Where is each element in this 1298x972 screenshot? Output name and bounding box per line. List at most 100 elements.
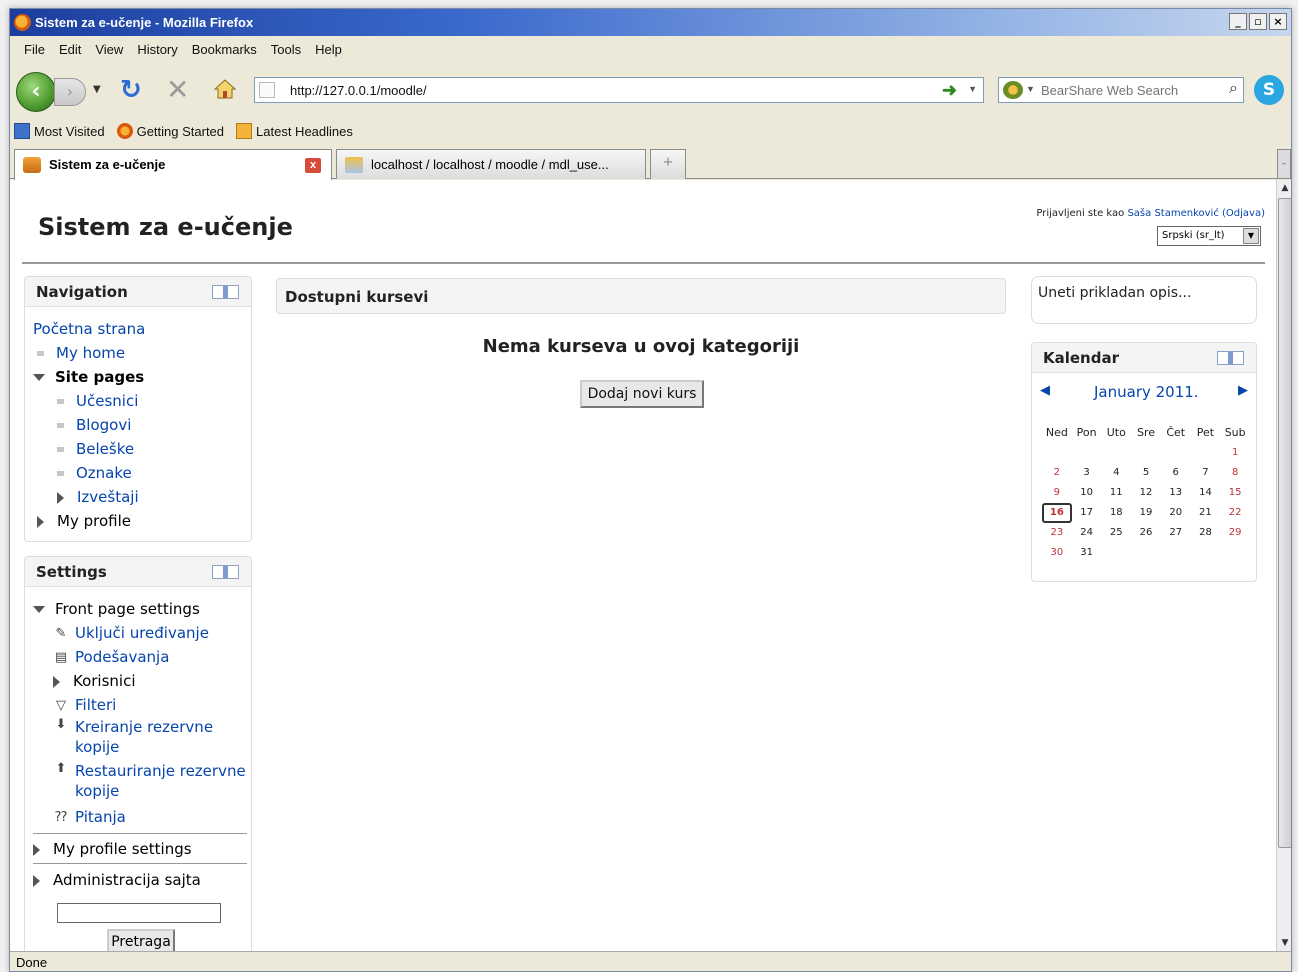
nav-reports[interactable]: Izveštaji	[33, 485, 145, 509]
search-bar[interactable]: ▼ ⌕	[998, 77, 1244, 103]
maximize-button[interactable]: ▫	[1249, 13, 1267, 30]
bookmark-getting-started[interactable]: Getting Started	[116, 119, 224, 143]
calendar-day[interactable]: 15	[1220, 483, 1250, 503]
calendar-day[interactable]: 26	[1131, 523, 1161, 543]
calendar-day[interactable]: 22	[1220, 503, 1250, 523]
calendar-day[interactable]: 29	[1220, 523, 1250, 543]
menu-file[interactable]: File	[18, 37, 53, 61]
skype-icon[interactable]: S	[1254, 75, 1284, 105]
user-profile-link[interactable]: Saša Stamenković	[1127, 208, 1218, 219]
add-course-button[interactable]: Dodaj novi kurs	[580, 380, 704, 408]
calendar-day[interactable]: 3	[1072, 463, 1102, 483]
address-bar[interactable]: http://127.0.0.1/moodle/ ➜ ▼	[254, 77, 984, 103]
tab-sistem[interactable]: Sistem za e-učenje x	[14, 149, 332, 180]
menu-help[interactable]: Help	[309, 37, 350, 61]
scroll-down-icon[interactable]: ▼	[1277, 935, 1291, 951]
settings-front-page[interactable]: Front page settings	[33, 597, 247, 621]
calendar-day[interactable]: 4	[1101, 463, 1131, 483]
calendar-day[interactable]: 23	[1042, 523, 1072, 543]
calendar-day[interactable]: 6	[1161, 463, 1191, 483]
history-dropdown-icon[interactable]: ▼	[93, 84, 101, 95]
dock-block-icon[interactable]	[212, 565, 239, 579]
calendar-day[interactable]: 16	[1042, 503, 1072, 523]
home-icon[interactable]	[213, 78, 237, 100]
calendar-day[interactable]: 30	[1042, 543, 1072, 563]
menu-view[interactable]: View	[89, 37, 131, 61]
forward-button[interactable]: ›	[54, 78, 86, 106]
settings-edit-on[interactable]: ✎ Uključi uređivanje	[33, 621, 247, 645]
search-icon[interactable]: ⌕	[1229, 80, 1238, 98]
calendar-day[interactable]: 5	[1131, 463, 1161, 483]
settings-site-admin[interactable]: Administracija sajta	[33, 863, 247, 895]
stop-icon[interactable]: ✕	[166, 73, 189, 106]
nav-participants[interactable]: Učesnici	[33, 389, 145, 413]
scroll-up-icon[interactable]: ▲	[1277, 180, 1291, 196]
calendar-day[interactable]: 13	[1161, 483, 1191, 503]
nav-tags[interactable]: Oznake	[33, 461, 145, 485]
settings-questions[interactable]: ⁇ Pitanja	[33, 805, 247, 829]
web-search-input[interactable]	[1039, 81, 1209, 99]
menu-edit[interactable]: Edit	[53, 37, 89, 61]
nav-notes[interactable]: Beleške	[33, 437, 145, 461]
settings-my-profile[interactable]: My profile settings	[33, 833, 247, 863]
settings-backup[interactable]: ⬇ Kreiranje rezervne kopije	[33, 717, 247, 761]
scroll-thumb[interactable]	[1278, 198, 1291, 848]
calendar-day[interactable]: 21	[1191, 503, 1221, 523]
settings-users[interactable]: Korisnici	[33, 669, 247, 693]
calendar-day[interactable]: 19	[1131, 503, 1161, 523]
reload-icon[interactable]: ↻	[120, 75, 142, 105]
admin-search-input[interactable]	[57, 903, 221, 923]
logout-link[interactable]: (Odjava)	[1222, 208, 1265, 219]
minimize-button[interactable]: _	[1229, 13, 1247, 30]
calendar-day[interactable]: 24	[1072, 523, 1102, 543]
search-engine-icon[interactable]	[1003, 81, 1023, 99]
calendar-day[interactable]: 18	[1101, 503, 1131, 523]
calendar-day[interactable]: 8	[1220, 463, 1250, 483]
tab-localhost[interactable]: localhost / localhost / moodle / mdl_use…	[336, 149, 646, 179]
calendar-day[interactable]: 14	[1191, 483, 1221, 503]
calendar-day[interactable]: 1	[1220, 443, 1250, 463]
search-button[interactable]: Pretraga	[107, 929, 175, 951]
go-arrow-icon[interactable]: ➜	[942, 80, 957, 101]
menu-bookmarks[interactable]: Bookmarks	[186, 37, 265, 61]
menu-tools[interactable]: Tools	[265, 37, 309, 61]
url-dropdown-icon[interactable]: ▼	[968, 84, 977, 94]
menu-bar: File Edit View History Bookmarks Tools H…	[10, 37, 1291, 61]
nav-my-home[interactable]: My home	[33, 341, 145, 365]
calendar-day[interactable]: 7	[1191, 463, 1221, 483]
calendar-day[interactable]: 31	[1072, 543, 1102, 563]
calendar-day[interactable]: 28	[1191, 523, 1221, 543]
nav-home[interactable]: Početna strana	[33, 317, 145, 341]
vertical-scrollbar[interactable]: ▲ ▼	[1276, 180, 1291, 951]
bookmark-most-visited[interactable]: Most Visited	[14, 119, 105, 143]
language-select[interactable]: Srpski (sr_lt) ▼	[1157, 226, 1261, 246]
list-all-tabs-icon[interactable]: –	[1277, 149, 1291, 179]
dock-block-icon[interactable]	[212, 285, 239, 299]
calendar-day[interactable]: 10	[1072, 483, 1102, 503]
calendar-day[interactable]: 11	[1101, 483, 1131, 503]
previous-month-icon[interactable]: ◀	[1040, 383, 1050, 398]
engine-dropdown-icon[interactable]: ▼	[1026, 84, 1035, 94]
nav-site-pages[interactable]: Site pages	[33, 365, 145, 389]
back-button[interactable]: ‹	[16, 72, 56, 112]
calendar-day[interactable]: 27	[1161, 523, 1191, 543]
calendar-day[interactable]: 20	[1161, 503, 1191, 523]
calendar-day[interactable]: 2	[1042, 463, 1072, 483]
new-tab-button[interactable]: +	[650, 149, 686, 179]
close-button[interactable]: ×	[1269, 13, 1287, 30]
settings-settings[interactable]: ▤ Podešavanja	[33, 645, 247, 669]
nav-blogs[interactable]: Blogovi	[33, 413, 145, 437]
next-month-icon[interactable]: ▶	[1238, 383, 1248, 398]
calendar-day[interactable]: 17	[1072, 503, 1102, 523]
settings-restore[interactable]: ⬆ Restauriranje rezervne kopije	[33, 761, 247, 805]
calendar-day[interactable]: 9	[1042, 483, 1072, 503]
menu-history[interactable]: History	[131, 37, 185, 61]
dock-block-icon[interactable]	[1217, 351, 1244, 365]
calendar-day[interactable]: 12	[1131, 483, 1161, 503]
calendar-day[interactable]: 25	[1101, 523, 1131, 543]
bookmark-latest-headlines[interactable]: Latest Headlines	[236, 119, 353, 143]
calendar-month[interactable]: January 2011.	[1094, 383, 1199, 401]
close-tab-icon[interactable]: x	[305, 158, 321, 173]
settings-filters[interactable]: ▽ Filteri	[33, 693, 247, 717]
nav-my-profile[interactable]: My profile	[33, 509, 145, 533]
